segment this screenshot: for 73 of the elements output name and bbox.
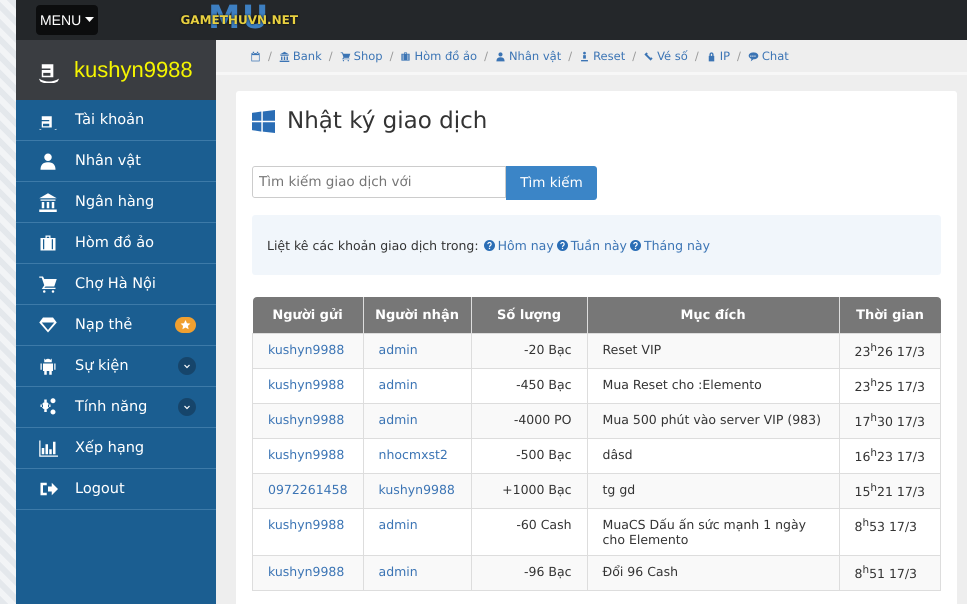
menu-button[interactable]: MENU (36, 5, 98, 35)
filter-label: Liệt kê các khoản giao dịch trong: (267, 238, 479, 252)
breadcrumb-link[interactable]: Chat (748, 49, 789, 63)
table-cell: Reset VIP (587, 334, 839, 368)
breadcrumb-separator: / (484, 49, 488, 63)
cart-icon (38, 274, 58, 294)
user-link[interactable]: admin (378, 377, 418, 392)
windows-icon (252, 110, 275, 132)
user-icon (38, 151, 58, 171)
sidebar-item[interactable]: Hòm đồ ảo (16, 223, 216, 264)
filter-link[interactable]: Hôm nay (498, 238, 554, 252)
sidebar-item[interactable]: Sự kiện (16, 346, 216, 387)
search-field[interactable]: Tìm kiếm giao dịch với (252, 166, 506, 198)
android-icon (38, 356, 58, 376)
sidebar-item[interactable]: Tính năng (16, 387, 216, 428)
caret-icon (85, 17, 94, 23)
column-header: Người nhận (363, 297, 472, 334)
breadcrumb-link[interactable]: Bank (278, 49, 322, 63)
bar-chart-icon (38, 438, 58, 458)
column-header: Thời gian (839, 297, 940, 334)
help-icon (556, 240, 568, 250)
briefcase-icon (400, 50, 412, 62)
table-cell: 15$^{h}$21 17/3 (839, 474, 940, 508)
user-link[interactable]: admin (378, 564, 418, 579)
user-link[interactable]: admin (378, 342, 418, 357)
breadcrumb-separator: / (328, 49, 333, 63)
table-cell: Mua 500 phút vào server VIP (983) (587, 404, 839, 438)
person-icon (579, 50, 590, 62)
breadcrumb-link[interactable]: Shop (340, 49, 383, 63)
briefcase-icon (38, 233, 58, 253)
table-cell: Đổi 96 Cash (587, 556, 839, 590)
filter-link[interactable]: Tuần này (570, 238, 627, 252)
table-cell: 8$^{h}$51 17/3 (839, 556, 940, 590)
table-cell: -20 Bạc (471, 334, 588, 368)
user-link[interactable]: admin (378, 412, 418, 427)
breadcrumb-link[interactable]: IP (706, 49, 730, 63)
chevron-down-icon[interactable] (178, 357, 196, 375)
table-cell: 23$^{h}$26 17/3 (839, 334, 940, 368)
star-badge-icon (175, 317, 196, 333)
sidebar-item[interactable]: Nạp thẻ (16, 305, 216, 346)
breadcrumb-separator: / (568, 49, 572, 63)
breadcrumb-link[interactable]: Hòm đồ ảo (400, 49, 478, 63)
search-button[interactable]: Tìm kiếm (506, 166, 597, 200)
breadcrumb-link[interactable]: Reset (579, 49, 626, 63)
chat-icon (748, 50, 759, 62)
breadcrumb-separator: / (632, 49, 636, 63)
column-header: Số lượng (471, 297, 588, 334)
column-header: Người gửi (252, 297, 364, 334)
column-header: Mục đích (587, 297, 839, 334)
page-title: Nhật ký giao dịch (287, 108, 488, 134)
breadcrumb-link[interactable]: Nhân vật (494, 49, 562, 63)
bank-icon (278, 50, 290, 62)
breadcrumb-separator: / (268, 49, 272, 63)
user-link[interactable]: admin (378, 517, 418, 532)
help-icon (484, 240, 495, 250)
calendar-icon[interactable] (250, 50, 261, 62)
table-cell: 17$^{h}$30 17/3 (839, 404, 940, 438)
breadcrumb-separator: / (737, 49, 741, 63)
breadcrumb-separator: / (694, 49, 699, 63)
table-cell: tg gd (587, 474, 839, 508)
help-icon (630, 240, 641, 250)
table-cell: -96 Bạc (471, 556, 588, 590)
table-cell: +1000 Bạc (471, 474, 588, 508)
filter-link[interactable]: Tháng này (644, 238, 710, 252)
diamond-icon (38, 315, 58, 335)
chevron-down-icon[interactable] (178, 398, 196, 416)
breadcrumb-separator: / (390, 49, 394, 63)
username: kushyn9988 (74, 57, 193, 83)
user-icon (494, 50, 506, 62)
cart-icon (340, 50, 351, 62)
bank-icon (38, 192, 58, 212)
table-cell: -4000 PO (471, 404, 588, 438)
breadcrumb-link[interactable]: Vé số (643, 49, 688, 63)
